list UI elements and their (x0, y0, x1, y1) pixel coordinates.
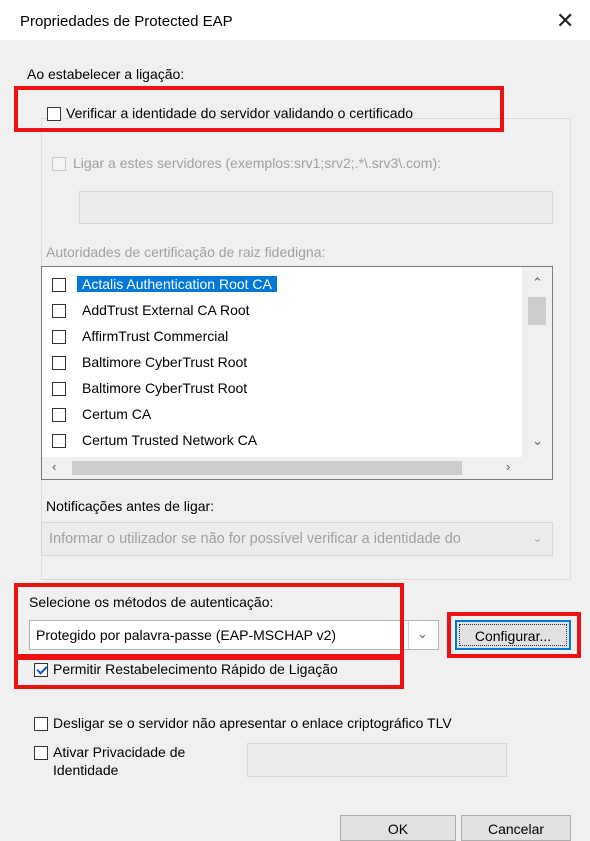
ca-name: Baltimore CyberTrust Root (82, 354, 248, 370)
chevron-down-icon: ⌄ (532, 530, 543, 545)
disconnect-tlv-label[interactable]: Desligar se o servidor não apresentar o … (53, 715, 452, 731)
disconnect-tlv-checkbox[interactable] (34, 717, 48, 731)
close-icon[interactable]: ✕ (556, 10, 574, 32)
list-item[interactable]: Baltimore CyberTrust Root (42, 351, 512, 375)
highlight-auth-method (14, 583, 404, 660)
ca-name: Actalis Authentication Root CA (77, 276, 277, 292)
ca-checkbox[interactable] (52, 356, 66, 370)
connect-servers-checkbox (52, 157, 66, 171)
scroll-down-icon[interactable]: ⌄ (532, 433, 543, 449)
highlight-verify-server (14, 86, 504, 132)
scroll-right-icon[interactable]: › (506, 459, 510, 474)
ca-checkbox[interactable] (52, 382, 66, 396)
connect-servers-input (79, 191, 553, 224)
chevron-down-icon[interactable]: ⌄ (417, 626, 428, 642)
root-ca-list[interactable]: Actalis Authentication Root CA AddTrust … (41, 266, 553, 480)
list-item[interactable]: AffirmTrust Commercial (42, 325, 512, 349)
ca-checkbox[interactable] (52, 278, 66, 292)
identity-privacy-label-2[interactable]: Identidade (53, 762, 118, 778)
identity-privacy-label-1[interactable]: Ativar Privacidade de (53, 744, 185, 760)
list-item[interactable]: Certum CA (42, 403, 512, 427)
ca-name: AddTrust External CA Root (82, 302, 250, 318)
connect-heading: Ao estabelecer a ligação: (27, 66, 185, 82)
identity-privacy-checkbox[interactable] (34, 746, 48, 760)
list-item[interactable]: Baltimore CyberTrust Root (42, 377, 512, 401)
ok-label: OK (387, 821, 409, 837)
connect-servers-label: Ligar a estes servidores (exemplos:srv1;… (73, 155, 442, 171)
vertical-scrollbar[interactable]: ⌃ ⌄ (522, 267, 552, 457)
highlight-configure (447, 612, 581, 658)
scroll-left-icon[interactable]: ‹ (52, 459, 56, 474)
list-item[interactable]: Actalis Authentication Root CA (42, 273, 512, 297)
horizontal-scrollbar[interactable]: ‹ › (42, 457, 522, 479)
scroll-thumb[interactable] (528, 297, 546, 325)
identity-privacy-input (247, 743, 507, 777)
ca-name: Certum Trusted Network CA (82, 432, 258, 448)
window-title: Propriedades de Protected EAP (20, 13, 233, 30)
notifications-value: Informar o utilizador se não for possíve… (49, 531, 461, 547)
cancel-button[interactable]: Cancelar (461, 815, 571, 841)
ca-checkbox[interactable] (52, 304, 66, 318)
root-ca-heading: Autoridades de certificação de raiz fide… (46, 244, 326, 260)
scrollbar-corner (522, 457, 552, 479)
ca-name: Baltimore CyberTrust Root (82, 380, 248, 396)
scroll-thumb-horizontal[interactable] (72, 461, 462, 475)
list-item[interactable]: AddTrust External CA Root (42, 299, 512, 323)
ca-name: AffirmTrust Commercial (82, 328, 229, 344)
notifications-label: Notificações antes de ligar: (46, 498, 215, 514)
ca-checkbox[interactable] (52, 434, 66, 448)
cancel-label: Cancelar (487, 821, 545, 837)
highlight-fast-reconnect (14, 654, 404, 689)
notifications-select: Informar o utilizador se não for possíve… (41, 522, 553, 556)
list-item[interactable]: Certum Trusted Network CA (42, 429, 512, 453)
ca-checkbox[interactable] (52, 408, 66, 422)
ok-button[interactable]: OK (340, 815, 456, 841)
ca-checkbox[interactable] (52, 330, 66, 344)
scroll-up-icon[interactable]: ⌃ (532, 275, 543, 291)
ca-name: Certum CA (82, 406, 152, 422)
